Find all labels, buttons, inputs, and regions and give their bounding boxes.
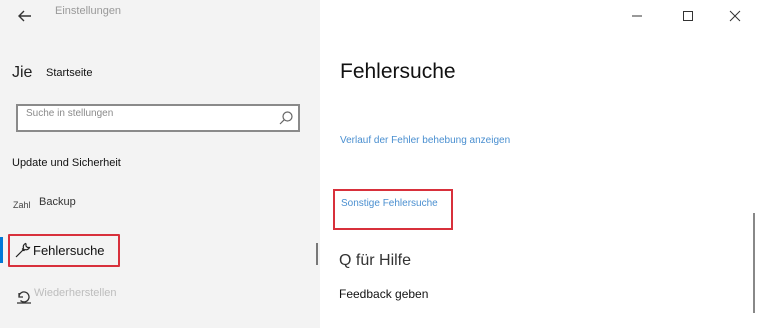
scrollbar[interactable] — [753, 213, 755, 313]
history-link[interactable]: Verlauf der Fehler behebung anzeigen — [340, 136, 520, 146]
close-button[interactable] — [724, 6, 746, 26]
home-icon: Jie — [12, 64, 33, 81]
sidebar-item-backup[interactable]: Backup — [39, 196, 76, 208]
minimize-icon — [632, 15, 642, 17]
arrow-left-icon — [18, 10, 31, 22]
minimize-button[interactable] — [626, 6, 648, 26]
page-title: Fehlersuche — [340, 60, 456, 83]
other-troubleshooting-highlight — [333, 189, 453, 230]
restore-icon — [17, 291, 31, 304]
maximize-button[interactable] — [677, 6, 699, 26]
sidebar-item-home[interactable]: Startseite — [46, 67, 92, 79]
close-icon — [729, 10, 741, 22]
back-button[interactable] — [14, 6, 36, 26]
backup-icon: Zahl — [13, 200, 31, 210]
search-placeholder: Suche in stellungen — [26, 108, 114, 119]
feedback-link[interactable]: Feedback geben — [339, 287, 428, 301]
content-pane — [320, 0, 758, 328]
window-title: Einstellungen — [55, 5, 122, 17]
section-title: Update und Sicherheit — [12, 157, 121, 169]
wrench-icon — [15, 242, 31, 258]
sidebar-item-label: Fehlersuche — [33, 243, 105, 258]
search-input[interactable]: Suche in stellungen — [16, 104, 300, 132]
sidebar-item-wiederherstellen[interactable]: Wiederherstellen — [34, 288, 117, 299]
splitter-handle[interactable] — [316, 243, 318, 265]
active-indicator — [0, 237, 3, 263]
other-troubleshooting-link[interactable]: Sonstige Fehlersuche — [341, 199, 441, 209]
search-icon[interactable] — [278, 110, 294, 126]
maximize-icon — [683, 11, 693, 21]
help-heading: Q für Hilfe — [339, 252, 412, 269]
